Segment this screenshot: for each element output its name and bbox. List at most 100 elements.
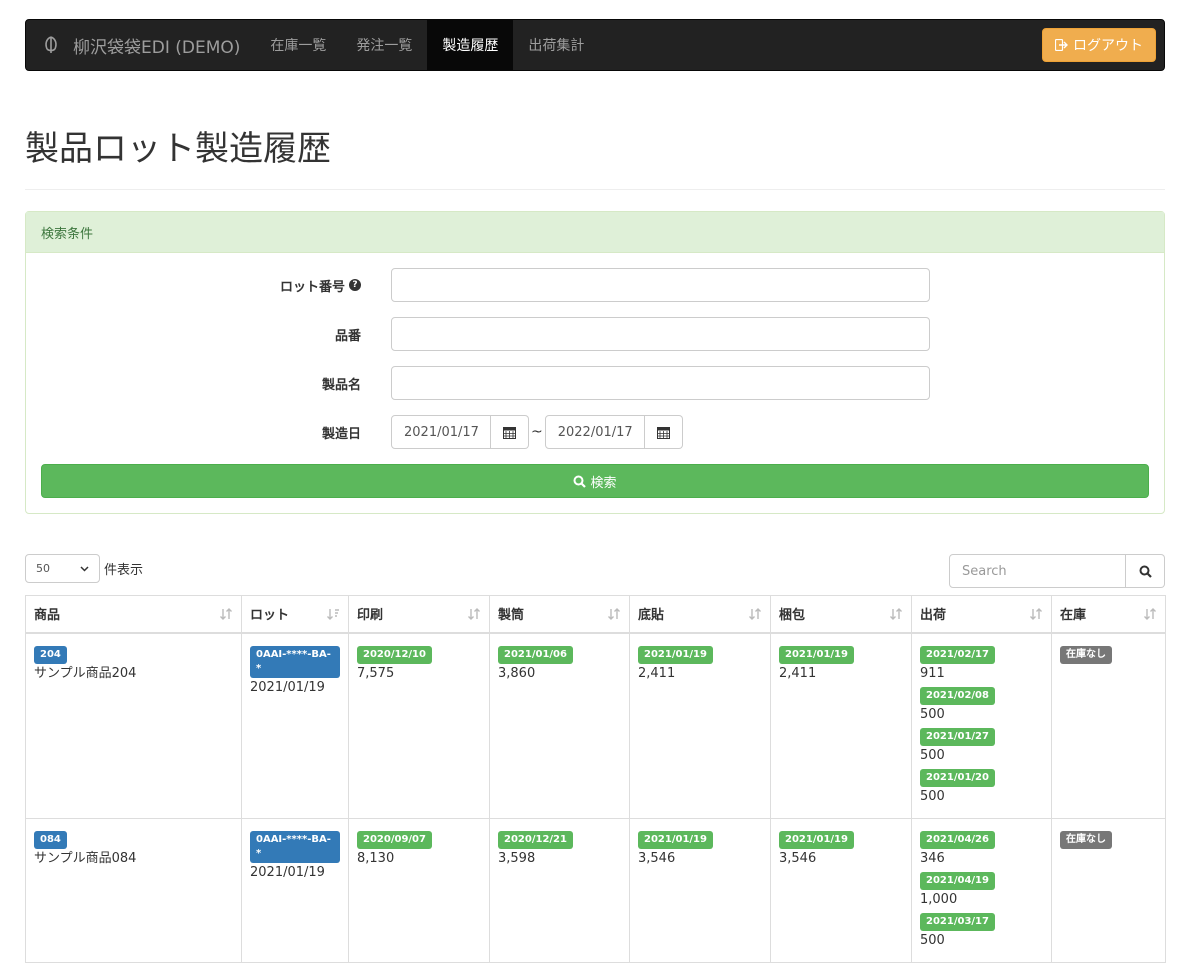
column-header-print[interactable]: 印刷 (348, 595, 490, 634)
table-search: Search (949, 554, 1165, 588)
page-length-select[interactable]: 50 (25, 554, 100, 583)
sort-icon (608, 608, 620, 620)
shipment-date-badge: 2021/04/26 (920, 830, 995, 849)
shipment-entry: 2021/02/17 911 (920, 645, 1043, 683)
column-header-lot[interactable]: ロット (241, 595, 349, 634)
pack-qty: 3,546 (779, 850, 817, 866)
shipment-entry: 2021/01/20 500 (920, 768, 1043, 806)
nav-item-label: 在庫一覧 (270, 38, 327, 54)
cell-lot: 0AAI-****-BA-* 2021/01/19 (241, 632, 349, 819)
sort-icon (1144, 608, 1156, 620)
date-to-input[interactable]: 2022/01/17 (544, 415, 645, 449)
column-header-shipment[interactable]: 出荷 (911, 595, 1052, 634)
lot-number-label: ロット番号 ? (41, 276, 391, 295)
product-code-badge[interactable]: 084 (34, 830, 67, 849)
column-header-label: 印刷 (357, 608, 384, 624)
search-icon (573, 475, 587, 488)
product-name-label: 製品名 (321, 377, 361, 393)
stock-status-badge: 在庫なし (1060, 830, 1112, 849)
date-from-input[interactable]: 2021/01/17 (391, 415, 491, 449)
nav-item-orders[interactable]: 発注一覧 (341, 20, 427, 70)
cell-pack: 2021/01/19 3,546 (770, 817, 912, 963)
column-header-stock[interactable]: 在庫 (1051, 595, 1166, 634)
nav-item-manufacture-history[interactable]: 製造履歴 (427, 20, 514, 70)
print-date-badge: 2020/09/07 (357, 830, 432, 849)
nav-item-label: 出荷集計 (528, 38, 585, 54)
table-search-button[interactable] (1126, 554, 1165, 588)
column-header-label: ロット (250, 608, 290, 624)
product-name: サンプル商品084 (34, 850, 137, 866)
cell-shipment: 2021/02/17 911 2021/02/08 500 2021/01/27… (911, 632, 1052, 819)
cell-bottom: 2021/01/19 2,411 (629, 632, 771, 819)
logo-icon (45, 36, 57, 53)
sort-icon (749, 608, 761, 620)
bottom-qty: 3,546 (638, 850, 676, 866)
lot-date: 2021/01/19 (250, 679, 325, 695)
table-row: 204 サンプル商品204 0AAI-****-BA-* 2021/01/19 … (25, 632, 1166, 819)
table-search-input[interactable]: Search (949, 554, 1126, 588)
lot-number-input[interactable] (391, 268, 930, 302)
cell-print: 2020/12/10 7,575 (348, 632, 490, 819)
column-header-bottom[interactable]: 底貼 (629, 595, 771, 634)
page-length-value: 50 (36, 562, 50, 575)
cell-tube: 2020/12/21 3,598 (489, 817, 630, 963)
lot-number-label-text: ロット番号 (279, 279, 345, 295)
sort-icon (468, 608, 480, 620)
manufacture-date-label: 製造日 (321, 426, 361, 442)
calendar-icon (656, 426, 670, 439)
table-row: 084 サンプル商品084 0AAI-****-BA-* 2021/01/19 … (25, 817, 1166, 963)
sort-icon (1030, 608, 1042, 620)
page-length-label: 件表示 (104, 563, 144, 578)
calendar-icon (503, 426, 516, 439)
sort-icon (890, 608, 902, 620)
brand-label: 柳沢袋袋EDI (DEMO) (73, 37, 241, 58)
bottom-qty: 2,411 (638, 665, 676, 681)
logout-button[interactable]: ログアウト (1042, 28, 1156, 62)
manufacture-date-range: 2021/01/17 ~ 2022/01/17 (391, 415, 683, 449)
shipment-date-badge: 2021/02/17 (920, 645, 995, 664)
nav-item-stock[interactable]: 在庫一覧 (255, 20, 341, 70)
column-header-label: 在庫 (1060, 608, 1087, 624)
cell-tube: 2021/01/06 3,860 (489, 632, 630, 819)
part-number-input[interactable] (391, 317, 930, 351)
nav-item-label: 発注一覧 (356, 38, 413, 54)
cell-product: 084 サンプル商品084 (25, 817, 242, 963)
column-header-pack[interactable]: 梱包 (770, 595, 912, 634)
pack-date-badge: 2021/01/19 (779, 830, 854, 849)
date-to-calendar-button[interactable] (644, 415, 683, 449)
pack-qty: 2,411 (779, 665, 817, 681)
shipment-qty: 500 (920, 788, 945, 804)
pack-date-badge: 2021/01/19 (779, 645, 854, 664)
product-code-badge[interactable]: 204 (34, 645, 67, 664)
shipment-qty: 500 (920, 706, 945, 722)
product-name-input[interactable] (391, 366, 930, 400)
cell-pack: 2021/01/19 2,411 (770, 632, 912, 819)
column-header-product[interactable]: 商品 (25, 595, 242, 634)
table-header-row: 商品 ロット 印刷 製筒 底貼 梱包 出荷 在庫 (25, 595, 1166, 634)
lot-date: 2021/01/19 (250, 864, 325, 880)
lot-code-badge[interactable]: 0AAI-****-BA-* (250, 645, 340, 678)
column-header-tube[interactable]: 製筒 (489, 595, 630, 634)
sort-icon (220, 608, 232, 620)
search-button[interactable]: 検索 (41, 464, 1149, 498)
print-qty: 7,575 (357, 665, 395, 681)
cell-shipment: 2021/04/26 346 2021/04/19 1,000 2021/03/… (911, 817, 1052, 963)
cell-stock: 在庫なし (1051, 632, 1166, 819)
page-header: 製品ロット製造履歴 (25, 129, 1165, 190)
question-circle-icon[interactable]: ? (349, 279, 361, 291)
lot-code-badge[interactable]: 0AAI-****-BA-* (250, 830, 340, 863)
nav-item-label: 製造履歴 (442, 38, 499, 54)
column-header-label: 出荷 (920, 608, 947, 624)
cell-lot: 0AAI-****-BA-* 2021/01/19 (241, 817, 349, 963)
date-separator: ~ (531, 424, 543, 440)
brand[interactable]: 柳沢袋袋EDI (DEMO) (26, 20, 255, 70)
nav-item-shipment-summary[interactable]: 出荷集計 (513, 20, 599, 70)
navbar: 柳沢袋袋EDI (DEMO) 在庫一覧 発注一覧 製造履歴 出荷集計 ログアウト (25, 19, 1165, 71)
shipment-date-badge: 2021/02/08 (920, 686, 995, 705)
search-button-label: 検索 (590, 475, 617, 491)
shipment-qty: 911 (920, 665, 945, 681)
shipment-qty: 1,000 (920, 891, 958, 907)
chevron-down-icon (80, 565, 89, 572)
date-from-calendar-button[interactable] (491, 415, 529, 449)
cell-stock: 在庫なし (1051, 817, 1166, 963)
